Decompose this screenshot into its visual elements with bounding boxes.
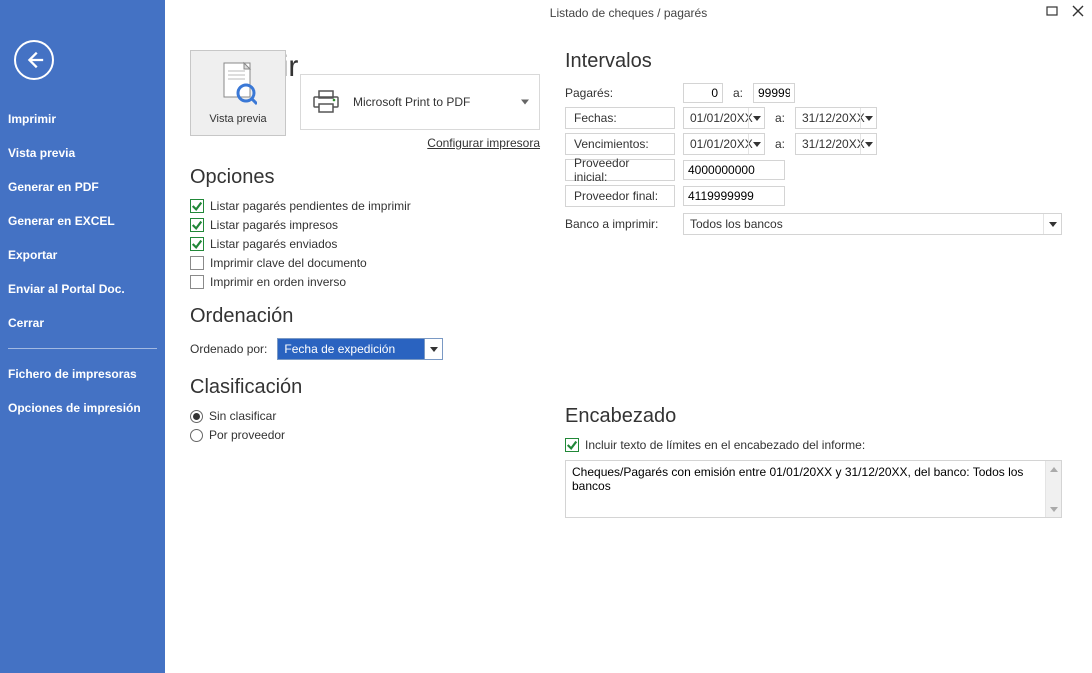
chevron-down-icon — [865, 142, 873, 147]
configurar-impresora-link[interactable]: Configurar impresora — [427, 136, 540, 150]
chk-orden-inverso-label: Imprimir en orden inverso — [210, 275, 346, 289]
encabezado-textarea[interactable] — [566, 461, 1045, 517]
fechas-to-value: 31/12/20XX — [796, 111, 860, 125]
venc-to-value: 31/12/20XX — [796, 137, 860, 151]
chk-enviados-label: Listar pagarés enviados — [210, 237, 337, 251]
chk-pendientes-label: Listar pagarés pendientes de imprimir — [210, 199, 411, 213]
venc-to-field[interactable]: 31/12/20XX — [795, 133, 877, 155]
vista-previa-label: Vista previa — [209, 113, 266, 125]
sep-a: a: — [773, 137, 787, 151]
chk-impresos[interactable] — [190, 218, 204, 232]
sidebar-item-generar-excel[interactable]: Generar en EXCEL — [0, 204, 165, 238]
sidebar-item-imprimir[interactable]: Imprimir — [0, 102, 165, 136]
banco-combo[interactable]: Todos los bancos — [683, 213, 1062, 235]
ordenado-por-value: Fecha de expedición — [278, 339, 424, 359]
sidebar-item-fichero-impresoras[interactable]: Fichero de impresoras — [0, 357, 165, 391]
sidebar-item-exportar[interactable]: Exportar — [0, 238, 165, 272]
intervalos-heading: Intervalos — [565, 50, 1062, 73]
chevron-down-icon — [1049, 222, 1057, 227]
sidebar-item-opciones-impresion[interactable]: Opciones de impresión — [0, 391, 165, 425]
chevron-down-icon — [430, 347, 438, 352]
chk-clave-doc-label: Imprimir clave del documento — [210, 256, 367, 270]
back-button[interactable] — [14, 40, 54, 80]
chevron-down-icon — [865, 116, 873, 121]
radio-sin-clasificar-label: Sin clasificar — [209, 409, 276, 423]
proveedor-inicial-button[interactable]: Proveedor inicial: — [565, 159, 675, 181]
chk-incluir-texto-limites-label: Incluir texto de límites en el encabezad… — [585, 438, 865, 452]
proveedor-inicial-input[interactable] — [683, 160, 785, 180]
clasificacion-heading: Clasificación — [190, 376, 545, 399]
proveedor-final-input[interactable] — [683, 186, 785, 206]
venc-from-field[interactable]: 01/01/20XX — [683, 133, 765, 155]
vista-previa-button[interactable]: Vista previa — [190, 50, 286, 136]
fechas-from-value: 01/01/20XX — [684, 111, 748, 125]
encabezado-heading: Encabezado — [565, 405, 1062, 428]
chk-pendientes[interactable] — [190, 199, 204, 213]
window-maximize-button[interactable] — [1044, 4, 1060, 18]
scroll-up-icon — [1050, 467, 1058, 472]
ordenado-por-combo[interactable]: Fecha de expedición — [277, 338, 443, 360]
pagares-to-input[interactable] — [753, 83, 795, 103]
ordenado-por-label: Ordenado por: — [190, 342, 267, 356]
textarea-scrollbar[interactable] — [1045, 461, 1061, 517]
pagares-from-input[interactable] — [683, 83, 723, 103]
sep-a: a: — [773, 111, 787, 125]
banco-value: Todos los bancos — [684, 217, 1043, 231]
opciones-heading: Opciones — [190, 166, 545, 189]
proveedor-final-button[interactable]: Proveedor final: — [565, 185, 675, 207]
chk-incluir-texto-limites[interactable] — [565, 438, 579, 452]
chk-orden-inverso[interactable] — [190, 275, 204, 289]
chk-enviados[interactable] — [190, 237, 204, 251]
printer-name: Microsoft Print to PDF — [353, 95, 470, 109]
sidebar-divider — [8, 348, 157, 349]
banco-label: Banco a imprimir: — [565, 217, 675, 231]
chk-impresos-label: Listar pagarés impresos — [210, 218, 338, 232]
window-close-button[interactable] — [1070, 4, 1086, 18]
window-title: Listado de cheques / pagarés — [165, 6, 1092, 20]
sidebar-item-cerrar[interactable]: Cerrar — [0, 306, 165, 340]
chevron-down-icon — [753, 116, 761, 121]
fechas-from-field[interactable]: 01/01/20XX — [683, 107, 765, 129]
pagares-label: Pagarés: — [565, 86, 675, 100]
maximize-icon — [1046, 6, 1058, 16]
printer-selector[interactable]: Microsoft Print to PDF — [300, 74, 540, 130]
vencimientos-button[interactable]: Vencimientos: — [565, 133, 675, 155]
fechas-to-field[interactable]: 31/12/20XX — [795, 107, 877, 129]
sidebar-item-generar-pdf[interactable]: Generar en PDF — [0, 170, 165, 204]
ordenacion-heading: Ordenación — [190, 305, 545, 328]
chk-clave-doc[interactable] — [190, 256, 204, 270]
scroll-down-icon — [1050, 507, 1058, 512]
close-icon — [1072, 5, 1084, 17]
sidebar: Imprimir Vista previa Generar en PDF Gen… — [0, 0, 165, 673]
sep-a: a: — [731, 86, 745, 100]
radio-sin-clasificar[interactable] — [190, 410, 203, 423]
radio-por-proveedor-label: Por proveedor — [209, 428, 285, 442]
chevron-down-icon — [753, 142, 761, 147]
back-arrow-icon — [23, 49, 45, 71]
radio-por-proveedor[interactable] — [190, 429, 203, 442]
sidebar-item-vista-previa[interactable]: Vista previa — [0, 136, 165, 170]
chevron-down-icon — [521, 100, 529, 105]
fechas-button[interactable]: Fechas: — [565, 107, 675, 129]
printer-icon — [311, 89, 341, 115]
sidebar-item-enviar-portal[interactable]: Enviar al Portal Doc. — [0, 272, 165, 306]
document-preview-icon — [219, 61, 257, 107]
venc-from-value: 01/01/20XX — [684, 137, 748, 151]
